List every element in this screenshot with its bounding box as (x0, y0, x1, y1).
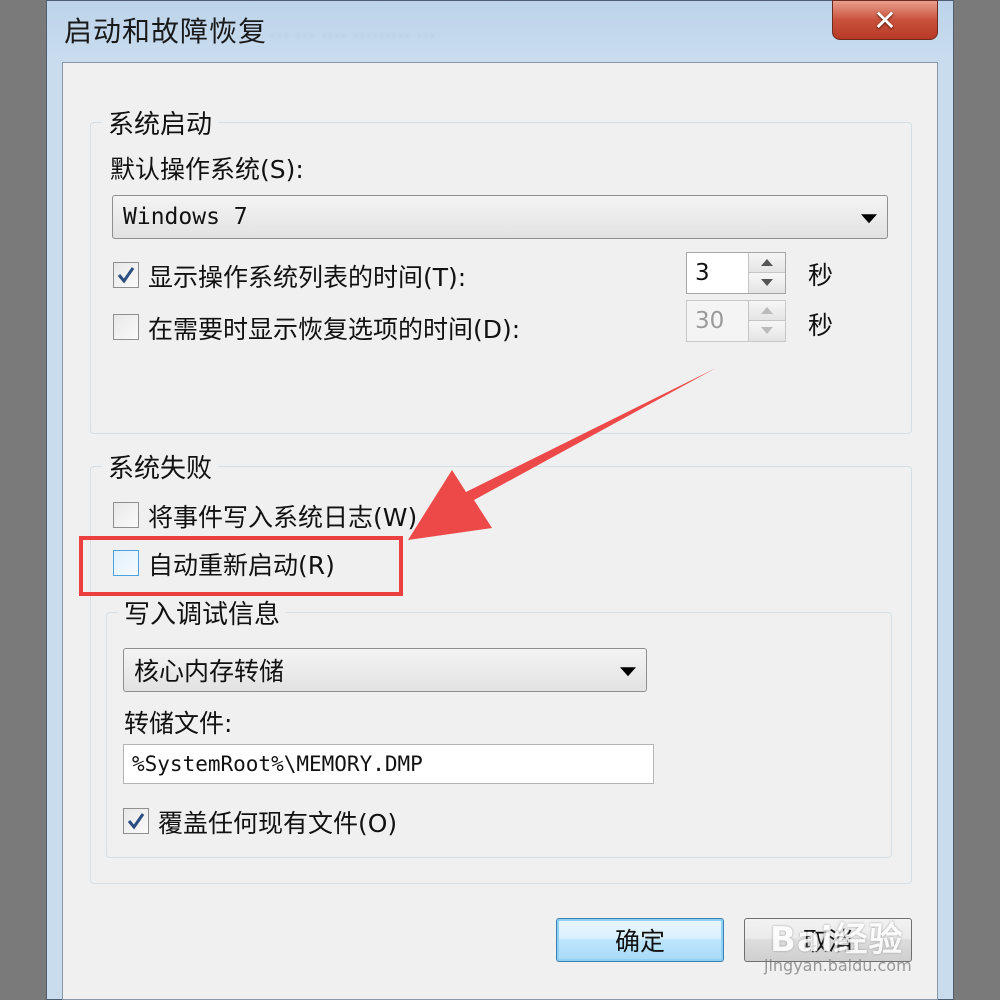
checkmark-icon (127, 813, 145, 830)
debug-info-legend: 写入调试信息 (118, 594, 287, 631)
spin-up-button[interactable] (749, 301, 785, 321)
watermark: Bai经验 jingyan.baidu.com (762, 890, 962, 990)
show-recovery-time-label: 在需要时显示恢复选项的时间(D): (148, 315, 521, 344)
show-recovery-time-spinner[interactable]: 30 (686, 300, 786, 342)
ok-button[interactable]: 确定 (556, 918, 724, 962)
default-os-label: 默认操作系统(S): (110, 155, 304, 184)
watermark-text: Bai经验 (770, 920, 904, 960)
write-event-label: 将事件写入系统日志(W) (148, 503, 418, 532)
show-list-time-checkbox[interactable] (113, 262, 139, 288)
write-event-checkbox[interactable] (113, 502, 139, 528)
show-list-time-unit: 秒 (808, 261, 834, 290)
close-button[interactable]: ✕ (832, 0, 938, 40)
overwrite-label: 覆盖任何现有文件(O) (158, 809, 398, 838)
system-failure-legend: 系统失败 (102, 448, 219, 485)
spin-down-button[interactable] (749, 321, 785, 341)
dump-file-input[interactable]: %SystemRoot%\MEMORY.DMP (123, 744, 654, 784)
background-title-text: ... ... .... ......... ... (270, 18, 436, 42)
watermark-url: jingyan.baidu.com (764, 956, 912, 975)
show-list-time-label: 显示操作系统列表的时间(T): (148, 263, 467, 292)
chevron-down-icon (620, 667, 636, 677)
dump-type-value: 核心内存转储 (134, 657, 285, 686)
spin-up-button[interactable] (749, 253, 785, 273)
default-os-dropdown[interactable]: Windows 7 (112, 195, 888, 239)
checkmark-icon (117, 267, 135, 284)
annotation-highlight-box (79, 536, 403, 596)
spin-down-button[interactable] (749, 273, 785, 293)
show-list-time-spinner[interactable]: 3 (686, 252, 786, 294)
dump-file-value: %SystemRoot%\MEMORY.DMP (132, 752, 423, 776)
dump-file-label: 转储文件: (124, 709, 233, 738)
chevron-down-icon (861, 214, 877, 224)
dialog-title: 启动和故障恢复 (64, 15, 268, 48)
show-recovery-time-checkbox[interactable] (113, 314, 139, 340)
close-icon: ✕ (873, 3, 897, 37)
system-startup-legend: 系统启动 (102, 104, 219, 141)
show-list-time-value: 3 (695, 260, 710, 286)
dump-type-dropdown[interactable]: 核心内存转储 (123, 648, 647, 692)
show-recovery-time-unit: 秒 (808, 311, 834, 340)
overwrite-checkbox[interactable] (123, 808, 149, 834)
default-os-value: Windows 7 (123, 204, 248, 230)
show-recovery-time-value: 30 (695, 308, 725, 334)
